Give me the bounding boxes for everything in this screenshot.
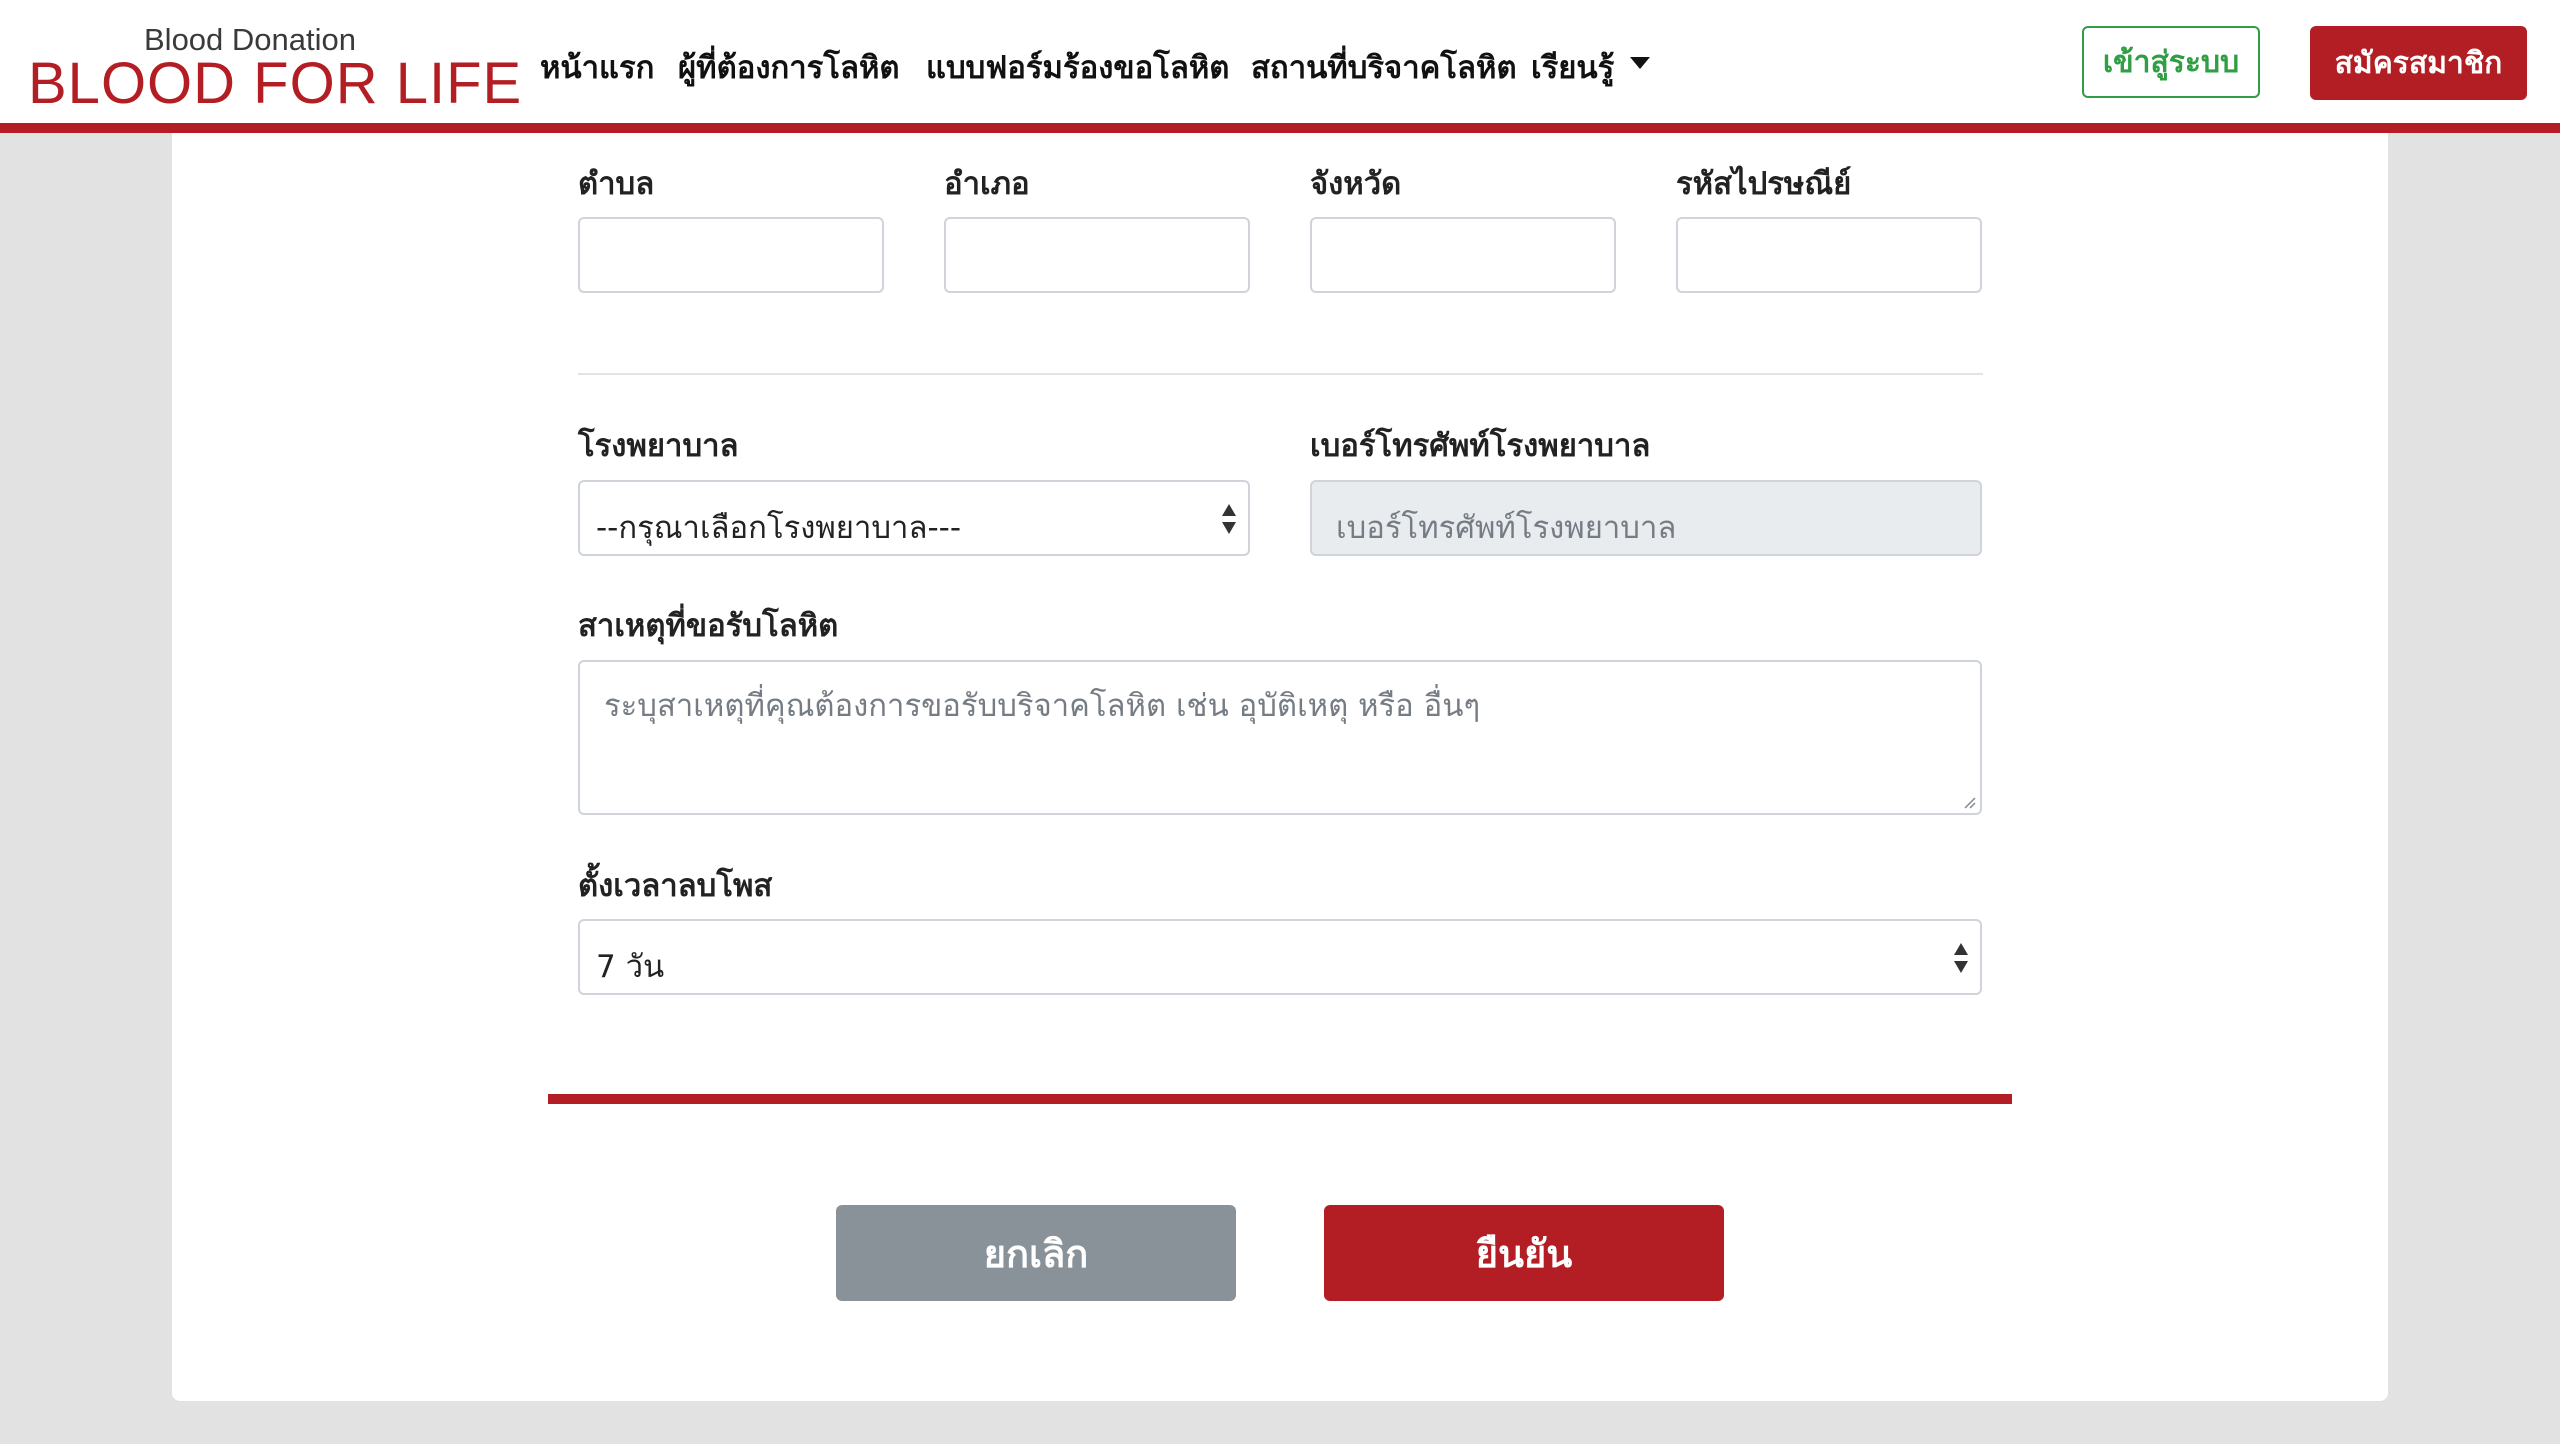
nav-link-learn[interactable]: เรียนรู้ (1531, 42, 1614, 92)
expiry-selected-value: 7 วัน (596, 949, 665, 985)
select-arrows-icon (1954, 943, 1970, 975)
expiry-label: ตั้งเวลาลบโพส (578, 868, 773, 904)
province-input[interactable] (1310, 217, 1616, 293)
hospital-select[interactable]: --กรุณาเลือกโรงพยาบาล--- (578, 480, 1250, 556)
expiry-select[interactable]: 7 วัน (578, 919, 1982, 995)
section-divider (578, 373, 1983, 375)
hospital-phone-placeholder: เบอร์โทรศัพท์โรงพยาบาล (1336, 510, 1677, 546)
nav-link-home[interactable]: หน้าแรก (540, 42, 654, 92)
hospital-label: โรงพยาบาล (578, 428, 739, 464)
nav-link-donation-places[interactable]: สถานที่บริจาคโลหิต (1251, 42, 1517, 92)
brand-title: BLOOD FOR LIFE (28, 51, 523, 116)
register-button[interactable]: สมัครสมาชิก (2310, 26, 2527, 100)
district-input[interactable] (944, 217, 1250, 293)
hospital-phone-label: เบอร์โทรศัพท์โรงพยาบาล (1310, 428, 1651, 464)
postcode-label: รหัสไปรษณีย์ (1676, 166, 1852, 202)
district-label: อำเภอ (944, 166, 1030, 202)
footer-divider (548, 1094, 2012, 1104)
nav-link-request-form[interactable]: แบบฟอร์มร้องขอโลหิต (926, 42, 1229, 92)
subdistrict-label: ตำบล (578, 166, 655, 202)
hospital-phone-field: เบอร์โทรศัพท์โรงพยาบาล (1310, 480, 1982, 556)
resize-grip-icon[interactable] (1962, 795, 1976, 809)
hospital-selected-value: --กรุณาเลือกโรงพยาบาล--- (596, 510, 962, 546)
top-navbar: Blood Donation BLOOD FOR LIFE หน้าแรก ผู… (0, 0, 2560, 133)
nav-link-recipients[interactable]: ผู้ที่ต้องการโลหิต (678, 42, 900, 92)
brand-logo[interactable]: Blood Donation BLOOD FOR LIFE (28, 20, 521, 116)
login-button[interactable]: เข้าสู่ระบบ (2082, 26, 2260, 98)
select-arrows-icon (1222, 504, 1238, 536)
postcode-input[interactable] (1676, 217, 1982, 293)
reason-placeholder: ระบุสาเหตุที่คุณต้องการขอรับบริจาคโลหิต … (604, 688, 1481, 724)
cancel-button[interactable]: ยกเลิก (836, 1205, 1236, 1301)
confirm-button[interactable]: ยืนยัน (1324, 1205, 1724, 1301)
subdistrict-input[interactable] (578, 217, 884, 293)
chevron-down-icon[interactable] (1630, 57, 1650, 69)
reason-textarea[interactable]: ระบุสาเหตุที่คุณต้องการขอรับบริจาคโลหิต … (578, 660, 1982, 815)
reason-label: สาเหตุที่ขอรับโลหิต (578, 608, 839, 644)
province-label: จังหวัด (1310, 166, 1402, 202)
